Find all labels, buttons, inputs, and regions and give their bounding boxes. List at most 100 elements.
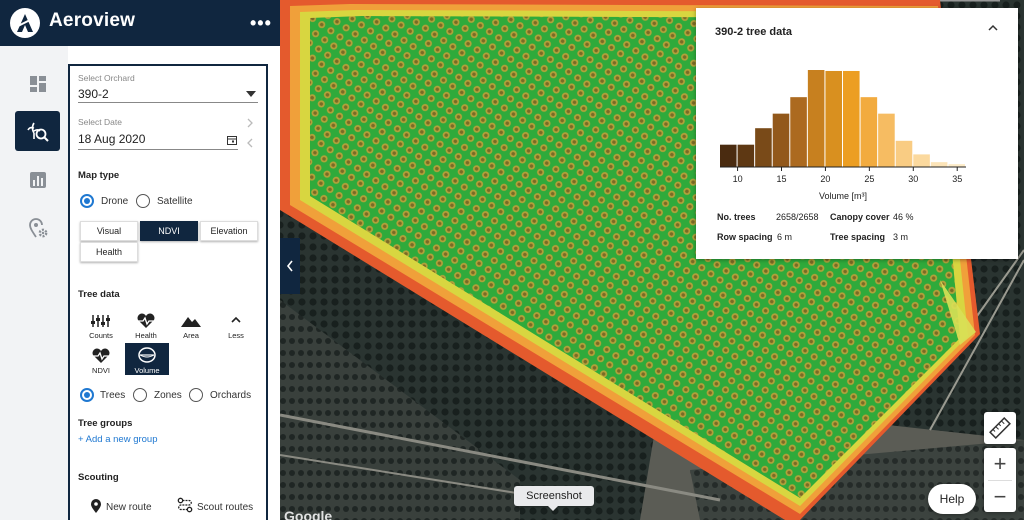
heart-pulse-icon (137, 313, 155, 328)
rail-item-location-settings[interactable] (15, 208, 60, 248)
histogram-bar (807, 70, 825, 167)
tree-data-heading: Tree data (78, 289, 120, 300)
rail-item-crop-analysis[interactable] (15, 111, 60, 151)
next-date-icon[interactable] (246, 118, 254, 128)
x-axis-label: Volume [m³] (819, 191, 867, 201)
screenshot-tooltip[interactable]: Screenshot (514, 486, 594, 511)
row-spacing-value: 6 m (777, 232, 793, 242)
histogram-bar (772, 113, 790, 167)
ndvi-label: NDVI (92, 366, 110, 375)
map-layer-elevation-button[interactable]: Elevation (200, 221, 258, 241)
aeroview-logo[interactable] (10, 8, 40, 38)
map-pin-icon (91, 499, 101, 513)
chevron-up-icon (231, 316, 241, 323)
x-tick-label: 30 (908, 174, 918, 184)
tree-metric-health-button[interactable]: Health (125, 308, 167, 340)
radio-trees[interactable] (80, 388, 94, 402)
histogram-bar (825, 70, 842, 167)
more-menu-button[interactable]: ••• (250, 13, 272, 34)
map-layer-visual-button[interactable]: Visual (80, 221, 138, 241)
ndvi-heart-icon (92, 348, 110, 363)
previous-date-icon[interactable] (246, 138, 254, 148)
tree-spacing-label: Tree spacing (830, 232, 886, 242)
routes-icon (177, 497, 193, 513)
date-underline (78, 149, 238, 150)
rail-item-dashboard[interactable] (15, 64, 60, 104)
dashboard-icon (29, 76, 46, 92)
panel-edge (268, 46, 280, 520)
tree-metric-volume-button[interactable]: Volume (125, 343, 169, 375)
radio-zones-label: Zones (154, 390, 182, 401)
ruler-icon (989, 417, 1011, 439)
rail-item-reports[interactable] (15, 160, 60, 200)
histogram-bar (720, 144, 737, 167)
orchard-select[interactable]: 390-2 (78, 87, 109, 101)
radio-trees-label: Trees (100, 390, 126, 401)
tree-metric-area-button[interactable]: Area (170, 308, 212, 340)
zoom-in-button[interactable]: + (984, 448, 1016, 480)
counts-icon (91, 315, 110, 327)
logo-mark-icon (17, 14, 33, 32)
zoom-control: + − (984, 448, 1016, 512)
orchard-underline (78, 102, 258, 103)
row-spacing-label: Row spacing (717, 232, 773, 242)
x-tick-label: 10 (733, 174, 743, 184)
new-route-button[interactable]: New route (106, 502, 152, 513)
chevron-left-icon (286, 260, 293, 272)
volume-icon (138, 347, 156, 363)
volume-histogram: 10 15 20 25 30 35 Volume [m³] (720, 70, 966, 201)
tree-metric-less-button[interactable]: Less (215, 308, 257, 340)
radio-zones[interactable] (133, 388, 147, 402)
no-trees-value: 2658/2658 (776, 212, 819, 222)
navigation-rail (0, 46, 68, 520)
tree-spacing-value: 3 m (893, 232, 909, 242)
radio-drone[interactable] (80, 194, 94, 208)
tree-metric-counts-button[interactable]: Counts (80, 308, 122, 340)
counts-label: Counts (89, 331, 113, 340)
add-group-link[interactable]: + Add a new group (78, 434, 158, 445)
histogram-bars (720, 70, 965, 167)
histogram-bar (843, 70, 860, 167)
zoom-out-button[interactable]: − (984, 481, 1016, 512)
histogram-bar (930, 162, 948, 167)
histogram-bar (790, 97, 807, 167)
app-header: Aeroview ••• (0, 0, 280, 46)
canopy-cover-label: Canopy cover (830, 212, 890, 222)
scout-routes-button[interactable]: Scout routes (197, 502, 253, 513)
tree-data-card: 390-2 tree data 10 15 20 25 30 35 Volume [m³]… (696, 8, 1018, 259)
volume-label: Volume (134, 366, 160, 375)
no-trees-label: No. trees (717, 212, 756, 222)
histogram-bar (860, 97, 878, 167)
measure-button[interactable] (984, 412, 1016, 444)
location-gear-icon (28, 218, 47, 238)
canopy-cover-value: 46 % (893, 212, 914, 222)
x-tick-label: 25 (864, 174, 874, 184)
collapse-panel-button[interactable] (280, 238, 300, 294)
x-axis-ticks: 10 15 20 25 30 35 (733, 167, 962, 184)
date-select-label: Select Date (78, 117, 122, 127)
health-label: Health (135, 331, 157, 340)
area-label: Area (183, 331, 199, 340)
radio-orchards-label: Orchards (210, 390, 252, 401)
orchard-select-label: Select Orchard (78, 73, 135, 83)
less-label: Less (228, 331, 244, 340)
scouting-heading: Scouting (78, 472, 119, 483)
help-button[interactable]: Help (928, 484, 976, 514)
map-attribution: Google (284, 508, 333, 520)
radio-satellite[interactable] (136, 194, 150, 208)
app-title: Aeroview (49, 10, 136, 31)
calendar-icon[interactable] (227, 135, 237, 145)
map-layer-health-button[interactable]: Health (80, 242, 138, 262)
tree-metric-ndvi-button[interactable]: NDVI (80, 343, 122, 375)
dropdown-arrow-icon[interactable] (246, 91, 256, 97)
date-select[interactable]: 18 Aug 2020 (78, 132, 145, 146)
histogram-bar (878, 113, 895, 167)
radio-satellite-label: Satellite (157, 196, 193, 207)
crop-search-icon (26, 122, 49, 142)
histogram-bar (737, 144, 755, 167)
radio-drone-label: Drone (101, 196, 129, 207)
map-type-heading: Map type (78, 170, 120, 181)
bar-chart-icon (29, 172, 46, 188)
radio-orchards[interactable] (189, 388, 203, 402)
map-layer-ndvi-button[interactable]: NDVI (140, 221, 198, 241)
